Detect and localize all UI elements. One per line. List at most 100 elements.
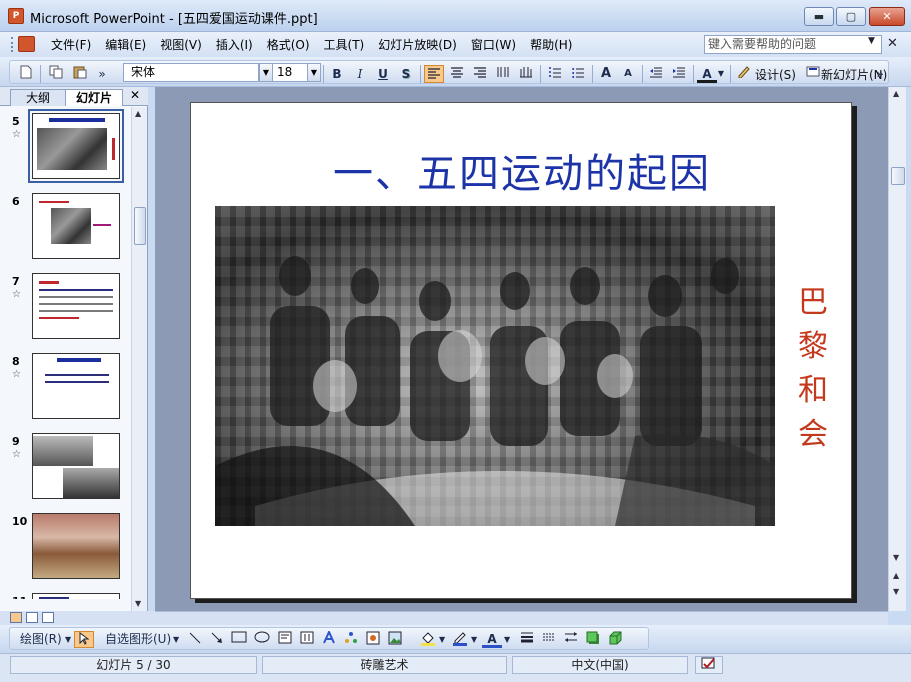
thumbnail-row[interactable]: 9 ☆ — [0, 433, 130, 513]
text-box-icon[interactable] — [276, 631, 294, 648]
rectangle-tool-icon[interactable] — [230, 631, 248, 648]
font-name-input[interactable]: 宋体 — [123, 63, 259, 82]
align-left-button[interactable] — [424, 65, 444, 83]
diagram-icon[interactable] — [342, 631, 360, 648]
thumbnail-row[interactable]: 10 — [0, 513, 130, 593]
document-icon[interactable] — [18, 36, 35, 52]
paris-peace-conference-photo[interactable] — [215, 206, 775, 526]
copy-icon[interactable] — [46, 65, 66, 83]
menu-view[interactable]: 视图(V) — [153, 36, 209, 54]
maximize-button[interactable]: ▢ — [836, 7, 866, 26]
line-color-chevron-icon[interactable]: ▼ — [471, 631, 477, 648]
paste-icon[interactable] — [70, 65, 90, 83]
pane-close-icon[interactable]: ✕ — [130, 88, 140, 102]
vertical-text-icon[interactable] — [516, 65, 536, 83]
vertical-text-box-icon[interactable] — [298, 631, 316, 648]
menu-tools[interactable]: 工具(T) — [317, 36, 372, 54]
new-slide-icon[interactable] — [803, 65, 823, 83]
scrollbar-thumb[interactable] — [134, 207, 146, 245]
next-slide-icon[interactable]: ▼ — [893, 587, 899, 596]
scroll-up-icon[interactable]: ▲ — [893, 89, 899, 98]
font-color-chevron-icon[interactable]: ▼ — [716, 65, 726, 83]
document-close-button[interactable]: ✕ — [887, 36, 898, 51]
design-button[interactable]: 设计(S) — [755, 66, 796, 83]
draw-font-color-button[interactable]: A — [482, 631, 502, 648]
line-style-icon[interactable] — [518, 631, 536, 648]
insert-picture-icon[interactable] — [386, 631, 404, 648]
oval-tool-icon[interactable] — [253, 631, 271, 648]
numbering-icon[interactable] — [545, 65, 565, 83]
select-objects-icon[interactable] — [74, 631, 94, 648]
help-search-input[interactable]: 键入需要帮助的问题 — [704, 35, 882, 54]
toolbar-overflow-button[interactable]: » — [874, 65, 886, 83]
normal-view-icon[interactable] — [10, 612, 22, 623]
increase-indent-icon[interactable] — [669, 65, 689, 83]
slide-sorter-view-icon[interactable] — [26, 612, 38, 623]
clipart-icon[interactable] — [364, 631, 382, 648]
powerpoint-icon[interactable]: P — [8, 8, 24, 24]
scroll-up-icon[interactable]: ▲ — [135, 109, 141, 118]
autoshapes-button[interactable]: 自选图形(U) — [105, 631, 171, 648]
design-icon[interactable] — [734, 65, 754, 83]
italic-button[interactable]: I — [350, 65, 370, 83]
dash-style-icon[interactable] — [540, 631, 558, 648]
arrow-style-icon[interactable] — [562, 631, 580, 648]
slide-canvas[interactable]: 一、五四运动的起因 巴 黎 和 会 — [190, 102, 852, 599]
3d-style-icon[interactable] — [606, 631, 624, 648]
slide-thumbnail[interactable] — [32, 193, 120, 259]
scrollbar-thumb[interactable] — [891, 167, 905, 185]
bold-button[interactable]: B — [327, 65, 347, 83]
thumbnail-row[interactable]: 7 ☆ — [0, 273, 130, 353]
shadow-style-icon[interactable] — [584, 631, 602, 648]
notes-pane-divider[interactable] — [155, 611, 888, 625]
draw-menu-button[interactable]: 绘图(R) — [20, 631, 62, 648]
slide-thumbnail[interactable] — [32, 513, 120, 579]
slide-caption-vertical[interactable]: 巴 黎 和 会 — [793, 281, 833, 457]
font-dropdown-chevron-icon[interactable]: ▼ — [259, 63, 273, 82]
thumbnail-row[interactable]: 6 — [0, 193, 130, 273]
thumbnail-scrollbar[interactable]: ▲ ▼ — [131, 107, 147, 611]
align-center-button[interactable] — [447, 65, 467, 83]
autoshapes-chevron-icon[interactable]: ▼ — [173, 631, 179, 648]
size-dropdown-chevron-icon[interactable]: ▼ — [307, 63, 321, 82]
draw-font-color-chevron-icon[interactable]: ▼ — [504, 631, 510, 648]
fill-color-chevron-icon[interactable]: ▼ — [439, 631, 445, 648]
decrease-indent-icon[interactable] — [646, 65, 666, 83]
new-document-icon[interactable] — [16, 65, 36, 83]
font-color-button[interactable]: A — [697, 65, 717, 83]
tab-outline[interactable]: 大纲 — [10, 89, 66, 106]
shadow-button[interactable]: S — [396, 65, 416, 83]
slideshow-view-icon[interactable] — [42, 612, 54, 623]
thumbnail-row[interactable]: 8 ☆ — [0, 353, 130, 433]
thumbnail-row[interactable]: 5 ☆ — [0, 109, 130, 193]
slide-thumbnail[interactable] — [32, 353, 120, 419]
line-tool-icon[interactable] — [186, 631, 204, 648]
previous-slide-icon[interactable]: ▲ — [893, 571, 899, 580]
scroll-down-icon[interactable]: ▼ — [893, 553, 899, 562]
slide-thumbnail[interactable] — [28, 109, 124, 183]
wordart-icon[interactable] — [320, 629, 338, 648]
bullets-icon[interactable] — [568, 65, 588, 83]
toolbar-grip[interactable] — [11, 37, 14, 52]
arrow-tool-icon[interactable] — [208, 631, 226, 648]
slide-thumbnail[interactable] — [32, 593, 120, 599]
menu-format[interactable]: 格式(O) — [260, 36, 317, 54]
menu-window[interactable]: 窗口(W) — [464, 36, 523, 54]
font-size-input[interactable]: 18 — [272, 63, 308, 82]
scroll-down-icon[interactable]: ▼ — [135, 599, 141, 608]
fill-color-icon[interactable] — [418, 631, 438, 648]
thumbnail-row[interactable]: 11 — [0, 593, 130, 599]
grow-font-button[interactable]: A — [596, 65, 616, 83]
minimize-button[interactable]: ▬ — [804, 7, 834, 26]
menu-insert[interactable]: 插入(I) — [209, 36, 260, 54]
draw-chevron-icon[interactable]: ▼ — [65, 631, 71, 648]
menu-edit[interactable]: 编辑(E) — [98, 36, 153, 54]
close-button[interactable]: ✕ — [869, 7, 905, 26]
menu-help[interactable]: 帮助(H) — [523, 36, 579, 54]
underline-button[interactable]: U — [373, 65, 393, 83]
menu-slideshow[interactable]: 幻灯片放映(D) — [371, 36, 464, 54]
spellcheck-icon[interactable] — [695, 656, 723, 674]
slide-thumbnail[interactable] — [32, 273, 120, 339]
menu-file[interactable]: 文件(F) — [44, 36, 98, 54]
toolbar-overflow-button[interactable]: » — [96, 65, 108, 83]
